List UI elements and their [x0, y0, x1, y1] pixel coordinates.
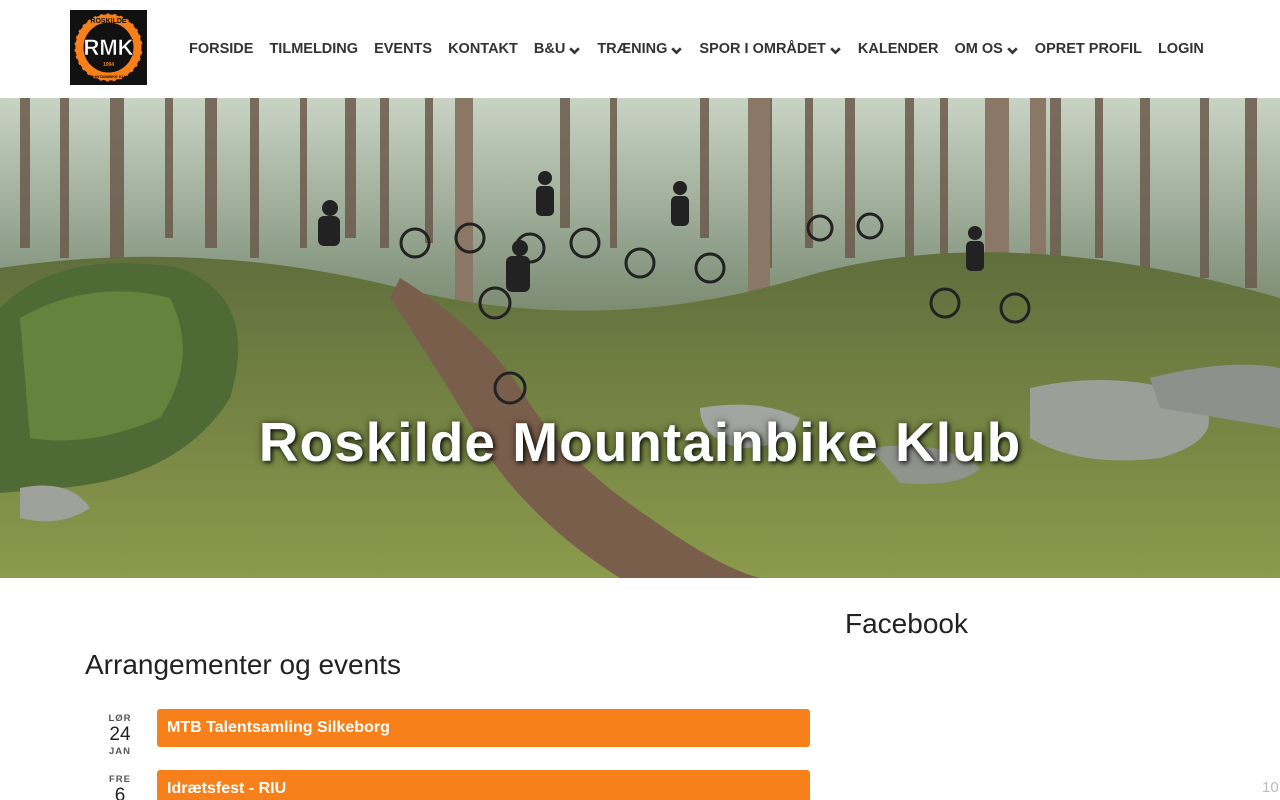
hero-banner: Roskilde Mountainbike Klub: [0, 98, 1280, 578]
event-link[interactable]: Idrætsfest - RIU: [157, 770, 810, 800]
event-link[interactable]: MTB Talentsamling Silkeborg: [157, 709, 810, 747]
logo-emblem: ROSKILDE RMK 1994 MOUNTAINBIKE KLUB: [70, 10, 147, 85]
nav-item-label: SPOR I OMRÅDET: [699, 41, 826, 57]
chevron-down-icon: [830, 47, 841, 55]
event-month: JAN: [108, 746, 131, 757]
nav-item-forside[interactable]: FORSIDE: [189, 41, 253, 57]
nav-item-label: FORSIDE: [189, 41, 254, 57]
nav-item-label: TILMELDING: [269, 41, 359, 57]
event-date: LØR 24 JAN: [85, 713, 155, 757]
logo-bottom-text: MOUNTAINBIKE KLUB: [87, 74, 130, 79]
nav-item-træning[interactable]: TRÆNING: [597, 41, 683, 57]
event-item: LØR 24 JAN MTB Talentsamling Silkeborg: [85, 709, 810, 757]
nav-item-label: EVENTS: [374, 41, 433, 57]
nav-item-login[interactable]: LOGIN: [1158, 41, 1204, 57]
nav-item-kalender[interactable]: KALENDER: [858, 41, 939, 57]
site-header: ROSKILDE RMK 1994 MOUNTAINBIKE KLUB FORS…: [0, 0, 1280, 98]
club-logo[interactable]: ROSKILDE RMK 1994 MOUNTAINBIKE KLUB: [70, 10, 147, 85]
event-weekday: LØR: [108, 713, 132, 724]
nav-item-label: KONTAKT: [448, 41, 518, 57]
hero-title: Roskilde Mountainbike Klub: [258, 411, 1022, 473]
event-day: 24: [109, 724, 131, 745]
nav-item-om-os[interactable]: OM OS: [954, 41, 1018, 57]
nav-item-label: OPRET PROFIL: [1034, 41, 1142, 57]
nav-item-kontakt[interactable]: KONTAKT: [448, 41, 518, 57]
logo-year: 1994: [103, 62, 114, 68]
event-weekday: FRE: [109, 774, 131, 785]
event-date: FRE 6: [85, 774, 155, 800]
chevron-down-icon: [1007, 47, 1018, 55]
nav-item-label: B&U: [533, 41, 566, 57]
nav-item-label: TRÆNING: [597, 41, 668, 57]
event-item: FRE 6 Idrætsfest - RIU: [85, 770, 810, 800]
nav-item-label: OM OS: [954, 41, 1003, 57]
facebook-heading: Facebook: [845, 608, 968, 639]
nav-item-spor-i-området[interactable]: SPOR I OMRÅDET: [699, 41, 841, 57]
hero-forest-image: [0, 98, 1280, 578]
chevron-down-icon: [569, 47, 581, 55]
page-number: 10: [1262, 779, 1279, 796]
chevron-down-icon: [671, 47, 683, 55]
nav-item-label: KALENDER: [857, 41, 939, 57]
event-day: 6: [114, 785, 126, 800]
nav-item-b-u[interactable]: B&U: [534, 41, 581, 57]
logo-top-text: ROSKILDE: [90, 18, 127, 25]
nav-item-tilmelding[interactable]: TILMELDING: [269, 41, 358, 57]
logo-main-text: RMK: [83, 35, 133, 60]
nav-item-events[interactable]: EVENTS: [374, 41, 432, 57]
main-nav: FORSIDE TILMELDING EVENTS KONTAKT B&U TRÆNING…: [189, 0, 1204, 98]
events-heading: Arrangementer og events: [85, 649, 401, 680]
nav-item-label: LOGIN: [1157, 41, 1204, 57]
nav-item-opret-profil[interactable]: OPRET PROFIL: [1035, 41, 1142, 57]
